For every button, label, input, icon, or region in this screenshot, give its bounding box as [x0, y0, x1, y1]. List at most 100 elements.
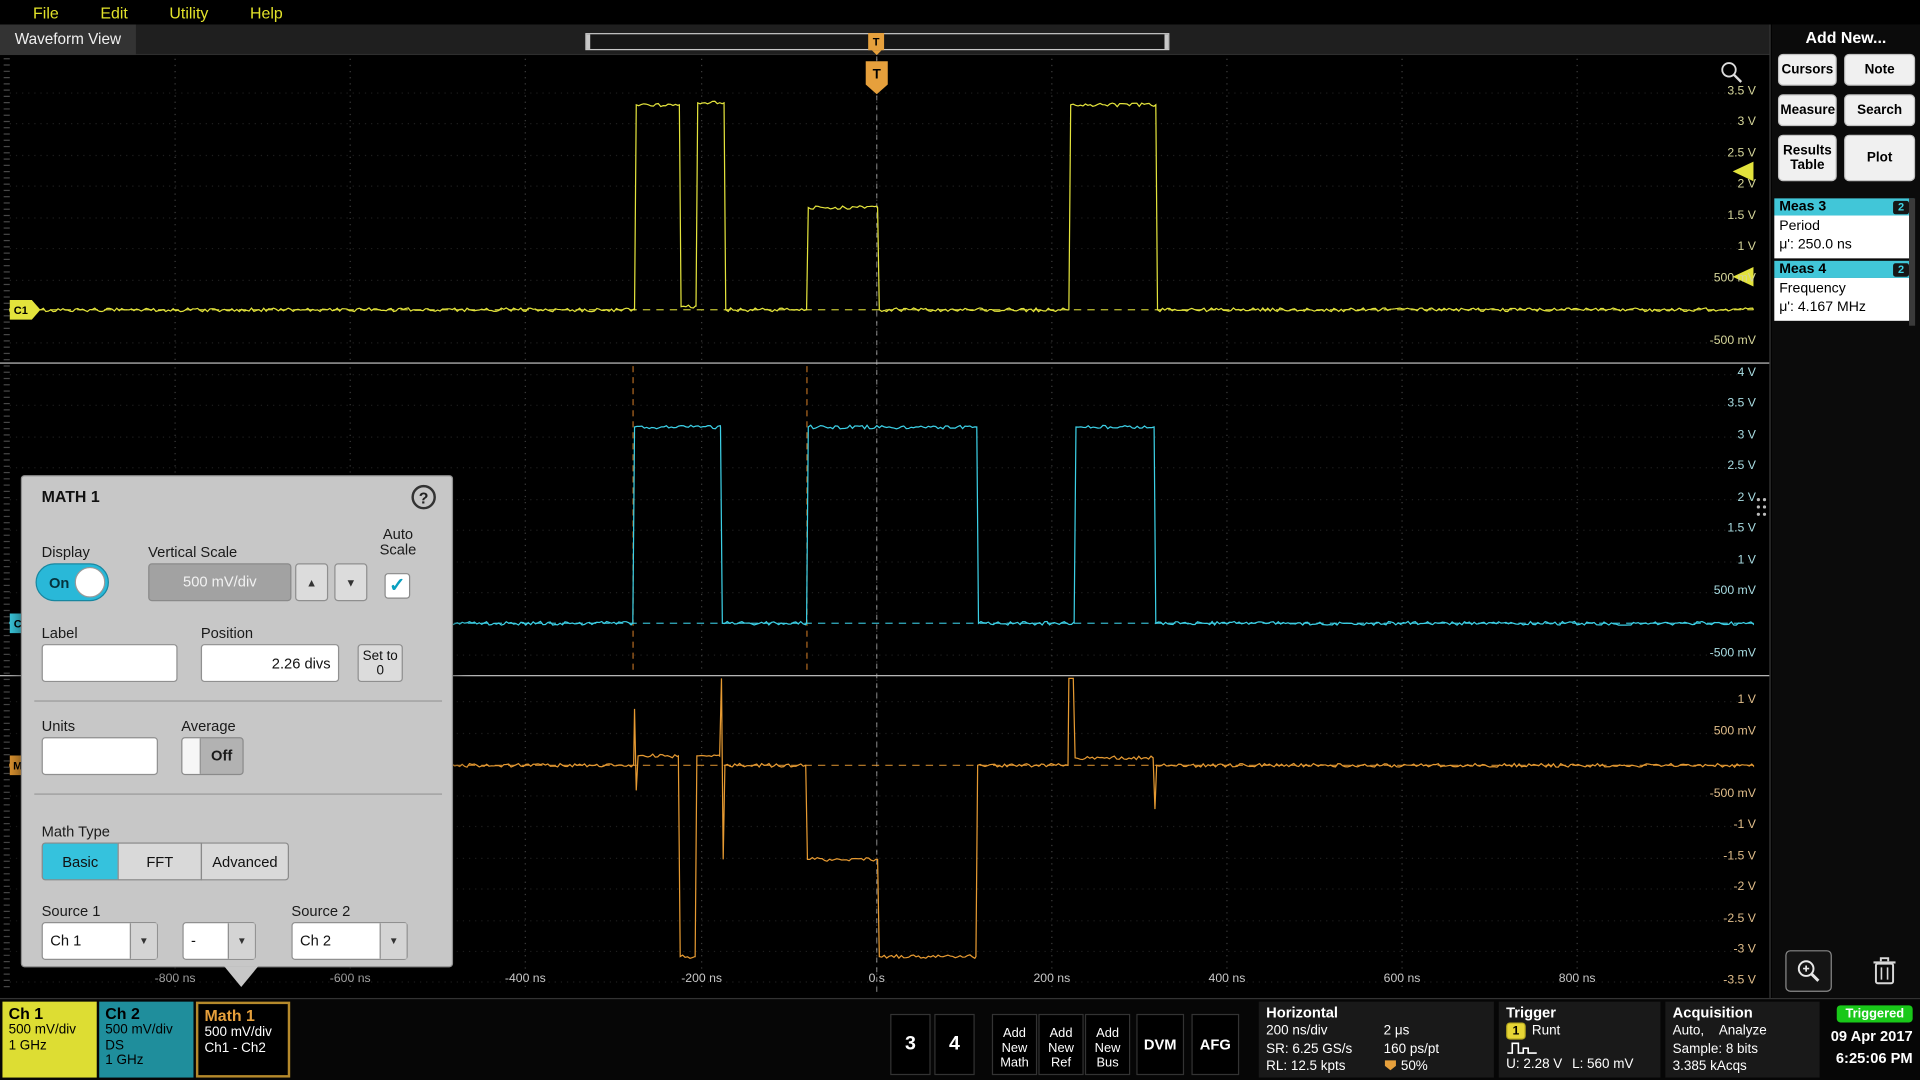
math-type-advanced[interactable]: Advanced: [201, 842, 289, 880]
horizontal-row: RL: 12.5 kpts50%: [1266, 1058, 1486, 1076]
magnifier-icon[interactable]: [1734, 75, 1741, 82]
display-label: Display: [42, 544, 90, 561]
meas-card-body: Frequencyμ': 4.167 MHz: [1774, 278, 1914, 321]
zoom-button[interactable]: [1785, 950, 1832, 992]
add-new-measure-button[interactable]: Measure: [1778, 94, 1837, 126]
divider: [34, 700, 442, 701]
magnifier-icon[interactable]: [1722, 63, 1735, 76]
record-view-bar[interactable]: T: [585, 33, 1169, 50]
meas-card[interactable]: Meas 42Frequencyμ': 4.167 MHz: [1774, 261, 1914, 321]
horizontal-value: 50%: [1384, 1058, 1428, 1076]
math-type-basic[interactable]: Basic: [42, 842, 119, 880]
dialog-title: MATH 1: [42, 487, 100, 505]
meas-scrollbar[interactable]: [1909, 198, 1915, 325]
panel-drag-handle[interactable]: [1757, 513, 1760, 516]
position-input[interactable]: [201, 644, 339, 682]
horizontal-row: SR: 6.25 GS/s160 ps/pt: [1266, 1040, 1486, 1058]
add-new-plot-button[interactable]: Plot: [1844, 135, 1915, 182]
trigger-flag-label: T: [873, 66, 882, 81]
acquisition-panel[interactable]: Acquisition Auto, Analyze Sample: 8 bits…: [1665, 1002, 1819, 1078]
record-trigger-marker[interactable]: T: [868, 33, 884, 50]
horizontal-value: 2 μs: [1384, 1022, 1410, 1040]
help-icon[interactable]: ?: [411, 485, 435, 509]
tab-waveform-view[interactable]: Waveform View: [0, 24, 136, 55]
math1-name: Math 1: [204, 1007, 281, 1025]
display-toggle-value: On: [49, 574, 69, 591]
menu-bar: FileEditUtilityHelp: [0, 0, 1920, 24]
label-input[interactable]: [42, 644, 178, 682]
add-new-bus-button[interactable]: Add New Bus: [1085, 1014, 1130, 1075]
source2-dropdown[interactable]: Ch 2 ▼: [291, 922, 407, 960]
menu-item-help[interactable]: Help: [229, 3, 303, 21]
math1-dialog: MATH 1 ? Display On Vertical Scale 500 m…: [21, 475, 453, 967]
math1-badge[interactable]: Math 1 500 mV/div Ch1 - Ch2: [196, 1002, 290, 1078]
operator-value: -: [184, 923, 228, 959]
delete-button[interactable]: [1861, 950, 1908, 992]
meas-card[interactable]: Meas 32Periodμ': 250.0 ns: [1774, 198, 1914, 258]
digital-3-button[interactable]: 3: [890, 1014, 930, 1075]
digital-4-button[interactable]: 4: [934, 1014, 974, 1075]
trigger-type: Runt: [1532, 1022, 1560, 1040]
horizontal-value: SR: 6.25 GS/s: [1266, 1040, 1384, 1058]
source1-dropdown[interactable]: Ch 1 ▼: [42, 922, 158, 960]
ch1-badge[interactable]: Ch 1 500 mV/div 1 GHz: [2, 1002, 96, 1078]
acquisition-count: 3.385 kAcqs: [1673, 1058, 1747, 1076]
horizontal-row: 200 ns/div2 μs: [1266, 1022, 1486, 1040]
display-toggle[interactable]: On: [36, 563, 109, 601]
auto-scale-checkbox[interactable]: ✓: [384, 573, 410, 599]
add-new-note-button[interactable]: Note: [1844, 54, 1915, 86]
status-date: 09 Apr 2017: [1822, 1027, 1913, 1045]
add-new-math-button[interactable]: Add New Math: [992, 1014, 1037, 1075]
ch1-bandwidth: 1 GHz: [9, 1038, 91, 1053]
afg-button[interactable]: AFG: [1191, 1014, 1239, 1075]
panel-drag-handle[interactable]: [1763, 498, 1766, 501]
runt-pulse-icon: [1506, 1040, 1538, 1055]
acquisition-sample: Sample: 8 bits: [1673, 1040, 1758, 1058]
trigger-panel[interactable]: Trigger 1 Runt U: 2.28 V L: 560 mV: [1499, 1002, 1661, 1078]
panel-drag-handle[interactable]: [1757, 498, 1760, 501]
dvm-button[interactable]: DVM: [1136, 1014, 1184, 1075]
trigger-title: Trigger: [1506, 1004, 1653, 1022]
chevron-down-icon: ▼: [130, 923, 157, 959]
panel-drag-handle[interactable]: [1763, 505, 1766, 508]
ch2-name: Ch 2: [105, 1004, 187, 1022]
ch2-badge[interactable]: Ch 2 500 mV/div DS 1 GHz: [99, 1002, 193, 1078]
toggle-knob: [182, 738, 200, 774]
add-new-search-button[interactable]: Search: [1844, 94, 1915, 126]
meas-name: Meas 3: [1779, 200, 1826, 215]
horizontal-value: 200 ns/div: [1266, 1022, 1384, 1040]
meas-card-header: Meas 42: [1774, 261, 1914, 278]
operator-dropdown[interactable]: - ▼: [182, 922, 255, 960]
trigger-upper-level: U: 2.28 V: [1506, 1055, 1562, 1073]
set-to-zero-button[interactable]: Set to 0: [358, 644, 403, 682]
average-toggle-value: Off: [201, 738, 243, 774]
vertical-scale-field[interactable]: 500 mV/div: [148, 563, 291, 601]
average-toggle[interactable]: Off: [181, 737, 243, 775]
units-input[interactable]: [42, 737, 158, 775]
ch1-scale: 500 mV/div: [9, 1022, 91, 1037]
scale-down-button[interactable]: ▼: [334, 563, 367, 601]
label-field-label: Label: [42, 624, 78, 641]
meas-card-header: Meas 32: [1774, 198, 1914, 215]
right-panel: Add New... CursorsNoteMeasureSearchResul…: [1772, 24, 1920, 997]
status-block: Triggered 09 Apr 2017 6:25:06 PM: [1822, 1002, 1915, 1078]
menu-item-file[interactable]: File: [12, 3, 79, 21]
menu-item-utility[interactable]: Utility: [149, 3, 230, 21]
math1-expression: Ch1 - Ch2: [204, 1040, 281, 1055]
add-new-cursors-button[interactable]: Cursors: [1778, 54, 1837, 86]
meas-name: Meas 4: [1779, 262, 1826, 277]
scale-up-button[interactable]: ▲: [295, 563, 328, 601]
trash-icon: [1870, 955, 1899, 987]
trigger-level-arrow[interactable]: [1733, 162, 1754, 182]
panel-drag-handle[interactable]: [1763, 513, 1766, 516]
menu-item-edit[interactable]: Edit: [80, 3, 149, 21]
math-type-fft[interactable]: FFT: [118, 842, 202, 880]
add-new-ref-button[interactable]: Add New Ref: [1038, 1014, 1083, 1075]
meas-value: μ': 4.167 MHz: [1779, 299, 1909, 317]
add-new-results-table-button[interactable]: Results Table: [1778, 135, 1837, 182]
horizontal-panel[interactable]: Horizontal 200 ns/div2 μsSR: 6.25 GS/s16…: [1259, 1002, 1494, 1078]
panel-drag-handle[interactable]: [1757, 505, 1760, 508]
math1-scale: 500 mV/div: [204, 1025, 281, 1040]
trigger-level-arrow[interactable]: [1733, 267, 1754, 287]
chevron-down-icon: ▼: [228, 923, 255, 959]
